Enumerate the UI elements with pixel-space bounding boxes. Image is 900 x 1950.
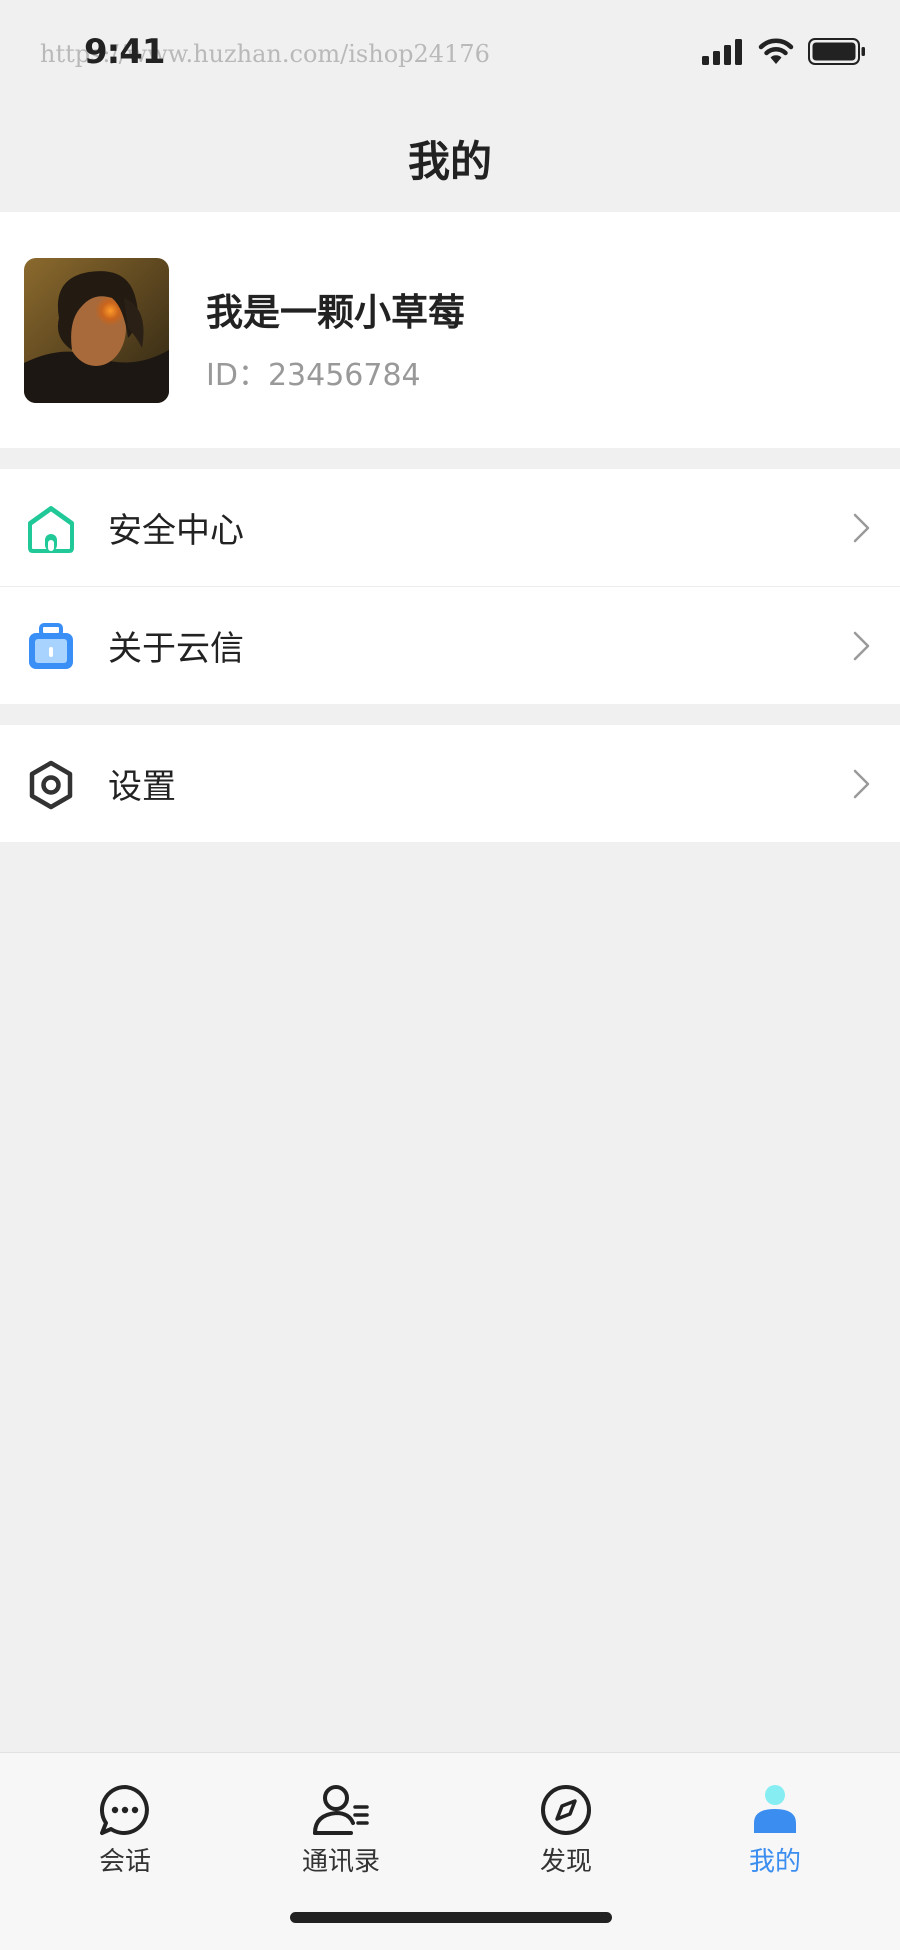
tab-me[interactable]: 我的 — [705, 1783, 845, 1878]
person-icon — [754, 1785, 796, 1833]
cellular-signal-icon — [702, 38, 742, 65]
menu-item-label: 设置 — [108, 767, 176, 807]
menu-item-about[interactable]: 关于云信 — [0, 586, 900, 704]
menu-group-secondary: 设置 — [0, 725, 900, 842]
chevron-right-icon — [853, 631, 870, 660]
gear-icon — [29, 760, 73, 810]
tab-label: 通讯录 — [301, 1847, 380, 1877]
page-title: 我的 — [407, 137, 492, 186]
tab-label: 我的 — [748, 1847, 801, 1877]
menu-item-label: 关于云信 — [108, 629, 244, 669]
menu-item-settings[interactable]: 设置 — [0, 725, 900, 842]
menu-group-primary: 安全中心 关于云信 — [0, 469, 900, 704]
chevron-right-icon — [853, 513, 870, 542]
avatar[interactable] — [24, 258, 169, 403]
compass-icon — [541, 1785, 591, 1835]
username: 我是一颗小草莓 — [206, 291, 465, 334]
menu-item-label: 安全中心 — [108, 511, 244, 551]
house-icon — [28, 506, 74, 553]
status-bar: https://www.huzhan.com/ishop24176 9:41 — [0, 0, 900, 100]
chat-icon — [100, 1784, 149, 1835]
tab-contacts[interactable]: 通讯录 — [271, 1783, 411, 1878]
status-icons — [702, 38, 866, 65]
briefcase-icon — [29, 623, 73, 669]
tab-label: 会话 — [98, 1847, 151, 1877]
battery-icon — [808, 38, 865, 65]
avatar-portrait-image — [24, 258, 169, 403]
profile-card[interactable]: 我是一颗小草莓 ID：23456784 — [0, 212, 900, 448]
tab-conversations[interactable]: 会话 — [55, 1783, 195, 1878]
home-indicator — [290, 1912, 612, 1923]
wifi-icon — [758, 38, 794, 64]
tab-label: 发现 — [539, 1847, 592, 1877]
chevron-right-icon — [853, 769, 870, 798]
tab-discover[interactable]: 发现 — [496, 1783, 636, 1878]
user-id: ID：23456784 — [206, 358, 421, 393]
menu-item-security-center[interactable]: 安全中心 — [0, 469, 900, 586]
contacts-icon — [313, 1785, 369, 1835]
status-time: 9:41 — [84, 32, 166, 72]
